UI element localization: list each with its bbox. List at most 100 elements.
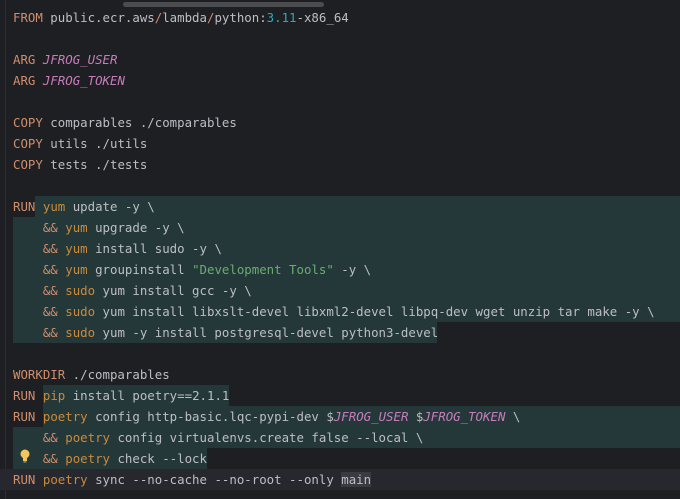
code-line[interactable]: ARG JFROG_TOKEN: [0, 70, 680, 91]
token-kw: ARG: [13, 73, 36, 88]
code-line[interactable]: && yum groupinstall "Development Tools" …: [0, 259, 680, 280]
code-line[interactable]: COPY comparables ./comparables: [0, 112, 680, 133]
code-text: COPY comparables ./comparables: [13, 112, 237, 133]
code-line[interactable]: WORKDIR ./comparables: [0, 364, 680, 385]
code-line[interactable]: && sudo yum install gcc -y \: [0, 280, 680, 301]
token-kw: &&: [13, 262, 58, 277]
token-cmd: poetry: [65, 451, 110, 466]
token-kw: &&: [13, 283, 58, 298]
token-var: JFROG_USER: [333, 409, 409, 424]
token-cmd: poetry: [42, 409, 88, 424]
token-plain: tests ./tests: [42, 157, 148, 172]
token-plain: utils ./utils: [42, 136, 148, 151]
token-plain: lambda: [162, 10, 207, 25]
token-plain: -y \: [333, 262, 372, 277]
token-kw: ARG: [13, 52, 36, 67]
code-text: COPY tests ./tests: [13, 154, 147, 175]
token-plain: groupinstall: [87, 262, 193, 277]
code-text: ARG JFROG_TOKEN: [13, 70, 125, 91]
lightbulb-icon[interactable]: [20, 449, 30, 463]
code-line[interactable]: && poetry check --lock: [0, 448, 680, 469]
token-plain: yum install libxslt-devel libxml2-devel …: [95, 304, 655, 319]
token-var: JFROG_USER: [42, 52, 118, 67]
code-text: RUN poetry sync --no-cache --no-root --o…: [13, 469, 372, 490]
code-text: && yum groupinstall "Development Tools" …: [13, 259, 371, 280]
code-line[interactable]: ARG JFROG_USER: [0, 49, 680, 70]
token-plain: yum -y install postgresql-devel python3-…: [95, 325, 439, 340]
token-plain: python:: [214, 10, 267, 25]
code-line[interactable]: && poetry config virtualenvs.create fals…: [0, 427, 680, 448]
token-plain: \: [505, 409, 521, 424]
code-text: COPY utils ./utils: [13, 133, 147, 154]
code-text: && yum upgrade -y \: [13, 217, 185, 238]
token-kw: RUN: [13, 472, 36, 487]
code-text: RUN pip install poetry==2.1.1: [13, 385, 229, 406]
code-text: RUN poetry config http-basic.lqc-pypi-de…: [13, 406, 520, 427]
token-cmd: pip: [42, 388, 66, 403]
code-text: && sudo yum -y install postgresql-devel …: [13, 322, 438, 343]
code-line[interactable]: RUN poetry sync --no-cache --no-root --o…: [0, 469, 680, 490]
token-plain: install poetry==2.1.1: [65, 388, 230, 403]
code-text: ARG JFROG_USER: [13, 49, 117, 70]
code-line[interactable]: [0, 343, 680, 364]
token-cmd: sudo: [65, 283, 96, 298]
token-num: 3.11: [266, 10, 297, 25]
code-text: && poetry config virtualenvs.create fals…: [13, 427, 423, 448]
token-var: JFROG_TOKEN: [42, 73, 125, 88]
token-kw: RUN: [13, 409, 36, 424]
token-kw: &&: [13, 325, 58, 340]
code-text: && sudo yum install libxslt-devel libxml…: [13, 301, 655, 322]
code-line[interactable]: COPY tests ./tests: [0, 154, 680, 175]
token-kw: &&: [13, 304, 58, 319]
token-cmd: sudo: [65, 325, 96, 340]
code-line[interactable]: FROM public.ecr.aws/lambda/python:3.11-x…: [0, 7, 680, 28]
code-line[interactable]: && sudo yum -y install postgresql-devel …: [0, 322, 680, 343]
code-text: && poetry check --lock: [13, 448, 207, 469]
token-kw: &&: [13, 430, 58, 445]
token-kw: WORKDIR: [13, 367, 66, 382]
token-cmd: poetry: [65, 430, 110, 445]
token-plain: config virtualenvs.create false --local …: [110, 430, 424, 445]
token-str: "Development Tools": [192, 262, 334, 277]
token-kw: COPY: [13, 115, 43, 130]
token-kw: RUN: [13, 199, 36, 214]
token-plain: yum install gcc -y \: [95, 283, 252, 298]
code-line[interactable]: && sudo yum install libxslt-devel libxml…: [0, 301, 680, 322]
token-plain: ./comparables: [65, 367, 170, 382]
token-plain: comparables ./comparables: [42, 115, 237, 130]
code-line[interactable]: COPY utils ./utils: [0, 133, 680, 154]
code-text: RUN yum update -y \: [13, 196, 155, 217]
token-cmd: yum: [65, 220, 88, 235]
code-line[interactable]: [0, 91, 680, 112]
token-kw: RUN: [13, 388, 36, 403]
code-line[interactable]: [0, 175, 680, 196]
token-kw: &&: [13, 220, 58, 235]
token-plain: install sudo -y \: [87, 241, 222, 256]
code-line[interactable]: RUN poetry config http-basic.lqc-pypi-de…: [0, 406, 680, 427]
token-cmd: yum: [65, 241, 88, 256]
token-cmd: yum: [42, 199, 66, 214]
token-plain: -x86_64: [296, 10, 349, 25]
token-kw: COPY: [13, 157, 43, 172]
token-cmd: yum: [65, 262, 88, 277]
code-line[interactable]: && yum upgrade -y \: [0, 217, 680, 238]
code-line[interactable]: RUN pip install poetry==2.1.1: [0, 385, 680, 406]
token-sel: main: [341, 472, 372, 487]
code-text: WORKDIR ./comparables: [13, 364, 170, 385]
token-plain: check --lock: [110, 451, 207, 466]
token-plain: update -y \: [65, 199, 155, 214]
code-line[interactable]: [0, 28, 680, 49]
token-cmd: sudo: [65, 304, 96, 319]
token-plain: upgrade -y \: [87, 220, 185, 235]
token-plain: public.ecr.aws: [42, 10, 155, 25]
token-plain: config http-basic.lqc-pypi-dev $: [87, 409, 334, 424]
token-kw: COPY: [13, 136, 43, 151]
code-line[interactable]: RUN yum update -y \: [0, 196, 680, 217]
code-line[interactable]: && yum install sudo -y \: [0, 238, 680, 259]
token-cmd: poetry: [42, 472, 88, 487]
